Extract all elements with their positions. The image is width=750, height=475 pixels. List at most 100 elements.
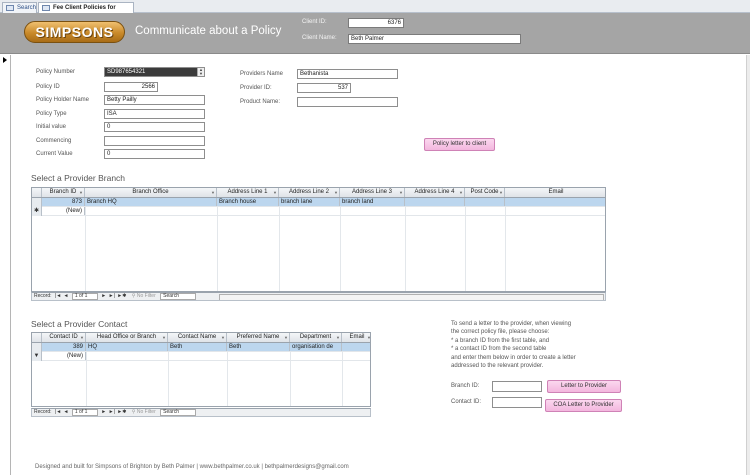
- new-record-icon[interactable]: ►✱: [117, 293, 126, 300]
- policy-holder-label: Policy Holder Name: [36, 97, 90, 103]
- form-scrollbar[interactable]: [746, 55, 750, 475]
- policy-number-label: Policy Number: [36, 69, 76, 75]
- col-post-code[interactable]: Post Code ▼: [465, 188, 505, 197]
- sort-arrow-icon: ▼: [221, 335, 225, 340]
- sort-arrow-icon: ▼: [367, 335, 371, 340]
- row-selector[interactable]: [32, 343, 42, 352]
- last-record-icon[interactable]: ►|: [109, 293, 115, 300]
- head-office-cell[interactable]: HQ: [86, 343, 168, 351]
- contact-email-cell[interactable]: [342, 343, 370, 351]
- preferred-name-cell[interactable]: Beth: [227, 343, 290, 351]
- branch-office-cell[interactable]: Branch HQ: [85, 198, 217, 206]
- contact-header-row: Contact ID ▼ Head Office or Branch ▼ Conta…: [32, 333, 371, 343]
- provider-id-field[interactable]: 537: [297, 83, 351, 93]
- sort-arrow-icon: ▼: [162, 335, 166, 340]
- post-code-cell[interactable]: [465, 198, 505, 206]
- col-head-office[interactable]: Head Office or Branch ▼: [86, 333, 168, 342]
- simpsons-logo: SIMPSONS: [24, 21, 125, 43]
- form-icon: [42, 5, 50, 11]
- col-address-3[interactable]: Address Line 3 ▼: [340, 188, 405, 197]
- branch-id-input[interactable]: [492, 381, 542, 392]
- col-address-1[interactable]: Address Line 1 ▼: [217, 188, 279, 197]
- contact-search-box[interactable]: Search: [160, 409, 197, 416]
- last-record-icon[interactable]: ►|: [109, 409, 115, 416]
- branch-horizontal-scrollbar[interactable]: [219, 294, 604, 300]
- col-address-2[interactable]: Address Line 2 ▼: [279, 188, 340, 197]
- new-record-label: (New): [42, 352, 86, 360]
- prev-record-icon[interactable]: ◄: [64, 409, 69, 416]
- contact-navigation-bar: Record: |◄ ◄ 1 of 1 ► ►| ►✱ ⚲ No Filter …: [31, 408, 371, 417]
- select-all-cell[interactable]: [32, 188, 42, 197]
- department-cell[interactable]: organisation de: [290, 343, 342, 351]
- client-name-label: Client Name:: [302, 35, 337, 41]
- form-icon: [6, 5, 14, 11]
- record-selector[interactable]: [0, 55, 11, 475]
- contact-name-cell[interactable]: Beth: [168, 343, 227, 351]
- new-row-star-icon: ✱: [32, 207, 42, 216]
- tab-search[interactable]: Search: [2, 2, 37, 13]
- col-department[interactable]: Department ▼: [290, 333, 342, 342]
- next-record-icon[interactable]: ►: [101, 293, 106, 300]
- provider-name-field[interactable]: Bethanista: [297, 69, 398, 79]
- no-filter-indicator[interactable]: ⚲ No Filter: [132, 409, 156, 416]
- product-name-label: Product Name:: [240, 99, 281, 105]
- contact-datasheet[interactable]: Contact ID ▼ Head Office or Branch ▼ Conta…: [31, 332, 371, 407]
- branch-id-cell[interactable]: 873: [42, 198, 85, 206]
- letter-to-provider-button[interactable]: Letter to Provider: [547, 380, 621, 393]
- row-selector[interactable]: [32, 198, 42, 207]
- no-filter-indicator[interactable]: ⚲ No Filter: [132, 293, 156, 300]
- address-2-cell[interactable]: branch lane: [279, 198, 340, 206]
- select-all-cell[interactable]: [32, 333, 42, 342]
- contact-id-input-label: Contact ID:: [451, 399, 482, 405]
- col-contact-name[interactable]: Contact Name ▼: [168, 333, 227, 342]
- current-value-field[interactable]: 0: [104, 149, 205, 159]
- sort-arrow-icon: ▼: [273, 190, 277, 195]
- record-position[interactable]: 1 of 1: [71, 409, 98, 416]
- email-cell[interactable]: [505, 198, 605, 206]
- contact-id-input[interactable]: [492, 397, 542, 408]
- initial-value-field[interactable]: 0: [104, 122, 205, 132]
- new-record-row[interactable]: ✱ (New): [32, 207, 605, 216]
- table-row[interactable]: 389 HQ Beth Beth organisation de: [32, 343, 370, 352]
- next-record-icon[interactable]: ►: [101, 409, 106, 416]
- coa-letter-button[interactable]: COA Letter to Provider: [545, 399, 622, 412]
- col-preferred-name[interactable]: Preferred Name ▼: [227, 333, 290, 342]
- branch-section-title: Select a Provider Branch: [31, 173, 126, 183]
- col-contact-email[interactable]: Email ▼: [342, 333, 371, 342]
- policy-id-field[interactable]: 2566: [104, 82, 158, 92]
- address-1-cell[interactable]: Branch house: [217, 198, 279, 206]
- policy-type-field[interactable]: ISA: [104, 109, 205, 119]
- spin-arrows-icon[interactable]: ▲ ▼: [197, 68, 204, 76]
- col-branch-id[interactable]: Branch ID ▼: [42, 188, 85, 197]
- provider-name-label: Providers Name: [240, 71, 284, 77]
- commencing-field[interactable]: [104, 136, 205, 146]
- col-email[interactable]: Email: [505, 188, 605, 197]
- initial-value-label: Initial value: [36, 124, 67, 130]
- tab-search-label: Search: [17, 5, 37, 11]
- col-address-4[interactable]: Address Line 4 ▼: [405, 188, 465, 197]
- new-record-row[interactable]: ▼ (New): [32, 352, 370, 361]
- branch-search-box[interactable]: Search: [160, 293, 197, 300]
- contact-id-cell[interactable]: 389: [42, 343, 86, 351]
- table-row[interactable]: 873 Branch HQ Branch house branch lane b…: [32, 198, 605, 207]
- first-record-icon[interactable]: |◄: [55, 409, 61, 416]
- address-3-cell[interactable]: branch land: [340, 198, 405, 206]
- client-name-field[interactable]: Beth Palmer: [348, 34, 521, 44]
- first-record-icon[interactable]: |◄: [55, 293, 61, 300]
- new-record-icon[interactable]: ►✱: [117, 409, 126, 416]
- client-id-field[interactable]: 6376: [348, 18, 404, 28]
- record-label: Record:: [34, 293, 52, 299]
- policy-holder-field[interactable]: Betty Pailly: [104, 95, 205, 105]
- record-position[interactable]: 1 of 1: [71, 293, 98, 300]
- address-4-cell[interactable]: [405, 198, 465, 206]
- col-contact-id[interactable]: Contact ID ▼: [42, 333, 86, 342]
- policy-number-combo[interactable]: SD987654321 ▲ ▼: [104, 67, 205, 77]
- prev-record-icon[interactable]: ◄: [64, 293, 69, 300]
- col-branch-office[interactable]: Branch Office ▼: [85, 188, 217, 197]
- product-name-field[interactable]: [297, 97, 398, 107]
- provider-id-label: Provider ID:: [240, 85, 272, 91]
- new-row-arrow-icon: ▼: [32, 352, 42, 361]
- branch-datasheet[interactable]: Branch ID ▼ Branch Office ▼ Address Line 1…: [31, 187, 606, 292]
- policy-letter-button[interactable]: Policy letter to client: [424, 138, 495, 151]
- tab-fee-client-policies[interactable]: Fee Client Policies for mailing: [38, 2, 134, 21]
